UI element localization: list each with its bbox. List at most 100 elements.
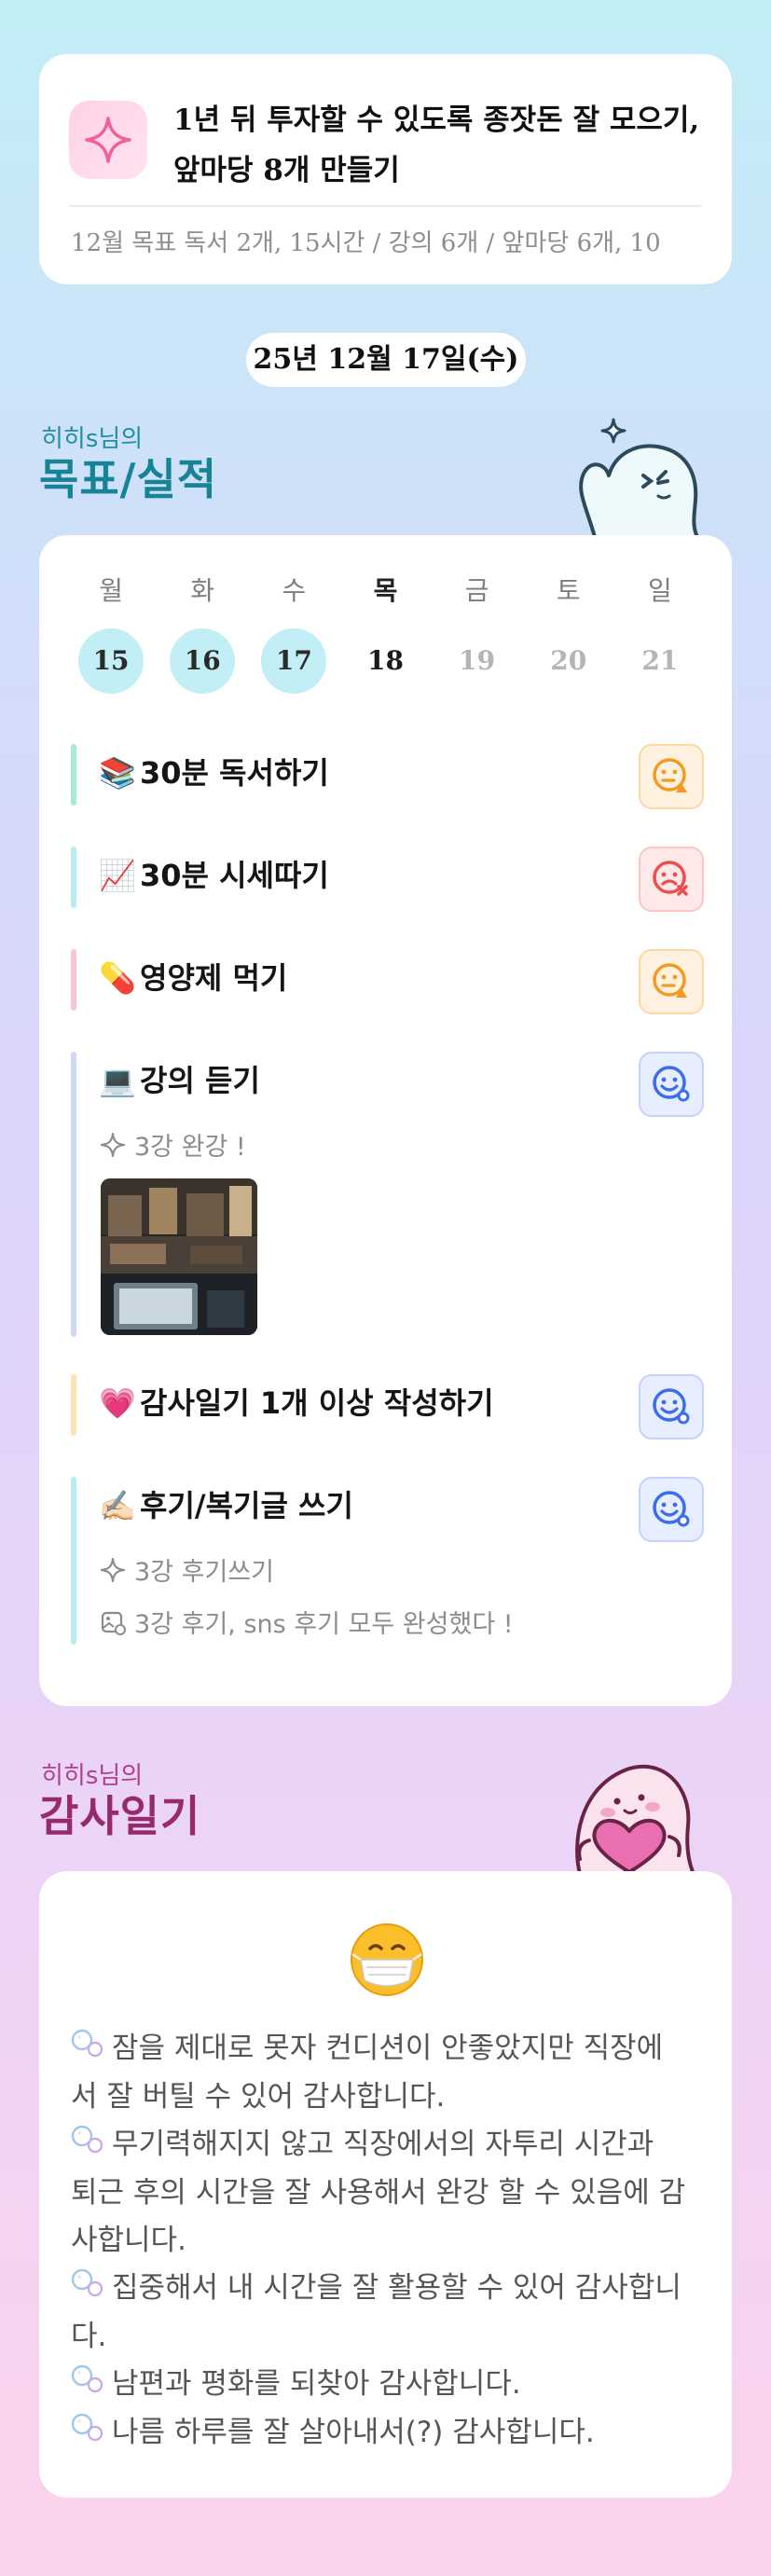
task-emoji: 💊 (99, 960, 136, 996)
day-tue[interactable]: 화 16 (157, 572, 248, 694)
mood-good-icon[interactable] (639, 1052, 704, 1117)
heart-mascot-icon (575, 1764, 695, 1874)
mood-good-icon[interactable] (639, 1374, 704, 1440)
task-emoji: 💻 (99, 1063, 136, 1098)
task-item[interactable]: 💗 감사일기 1개 이상 작성하기 (71, 1374, 704, 1440)
day-name: 수 (282, 575, 307, 606)
day-number: 19 (459, 645, 496, 676)
thanks-list: 잠을 제대로 못자 컨디션이 안좋았지만 직장에 서 잘 버틸 수 있어 감사합… (71, 2025, 700, 2458)
sparkle-icon (100, 1557, 126, 1582)
day-number: 20 (550, 645, 587, 676)
thanks-entry: 나름 하루를 잘 살아내서(?) 감사합니다. (71, 2409, 700, 2458)
mood-good-icon[interactable] (639, 1477, 704, 1542)
day-wed[interactable]: 수 17 (248, 572, 339, 694)
thanks-text: 잠을 제대로 못자 컨디션이 안좋았지만 직장에 (112, 2032, 664, 2065)
mask-face-icon (351, 1923, 423, 1996)
thanks-entry-cont: 서 잘 버틸 수 있어 감사합니다. (71, 2080, 446, 2114)
image-edit-icon (101, 1611, 126, 1635)
sparkle-icon (100, 1132, 126, 1157)
task-emoji: ✍🏻 (99, 1488, 136, 1523)
task-title: ✍🏻 후기/복기글 쓰기 (99, 1477, 353, 1535)
day-fri[interactable]: 금 19 (432, 572, 523, 694)
bubble-icon (71, 2362, 112, 2409)
day-name: 일 (648, 575, 672, 606)
task-bar (71, 1052, 76, 1337)
task-item[interactable]: ✍🏻 후기/복기글 쓰기 3강 후기쓰기 3강 후기, sns 후기 모두 완성했… (71, 1477, 704, 1645)
goal-card: 1년 뒤 투자할 수 있도록 종잣돈 잘 모으기, 앞마당 8개 만들기 12월… (39, 54, 732, 284)
bubble-icon (71, 2026, 112, 2073)
task-emoji: 💗 (99, 1385, 136, 1421)
day-thu[interactable]: 목 18 (339, 572, 431, 694)
thanks-entry-cont: 퇴근 후의 시간을 잘 사용해서 완강 할 수 있음에 감 (71, 2176, 686, 2210)
thanks-entry: 집중해서 내 시간을 잘 활용할 수 있어 감사합니 (71, 2265, 700, 2313)
goal-title-line1: 1년 뒤 투자할 수 있도록 종잣돈 잘 모으기, (173, 103, 700, 137)
thanks-card: 😷 잠을 제대로 못자 컨디션이 안좋았지만 직장에 서 잘 버틸 수 있어 감… (39, 1871, 732, 2498)
thanks-text: 무기력해지지 않고 직장에서의 자투리 시간과 (112, 2128, 654, 2161)
goals-card: 월 15 화 16 수 17 목 18 금 19 토 20 일 21 📚 30분… (39, 535, 732, 1706)
thanks-entry: 남편과 평화를 되찾아 감사합니다. (71, 2361, 700, 2409)
bubble-icon (71, 2266, 112, 2313)
task-comment: 3강 후기, sns 후기 모두 완성했다 ! (99, 1604, 514, 1640)
thanks-text: 나름 하루를 잘 살아내서(?) 감사합니다. (112, 2416, 595, 2449)
sparkle-icon (69, 101, 147, 179)
task-title: 💊 영양제 먹기 (99, 949, 287, 1007)
task-bar (71, 1374, 76, 1436)
day-name: 목 (373, 575, 398, 606)
mood-bad-icon[interactable] (639, 847, 704, 912)
lecture-photo[interactable] (101, 1178, 257, 1335)
day-name: 화 (190, 575, 215, 606)
task-note-text: 3강 완강 ! (134, 1133, 246, 1162)
day-number: 21 (641, 645, 679, 676)
goal-title: 1년 뒤 투자할 수 있도록 종잣돈 잘 모으기, 앞마당 8개 만들기 (173, 95, 705, 196)
day-name: 월 (99, 575, 123, 606)
task-label: 감사일기 1개 이상 작성하기 (140, 1385, 494, 1421)
task-bar (71, 1477, 76, 1645)
task-label: 영양제 먹기 (140, 960, 288, 996)
task-bar (71, 847, 76, 908)
task-bar (71, 949, 76, 1011)
task-note-text: 3강 후기쓰기 (134, 1558, 274, 1587)
thanks-entry-cont: 사합니다. (71, 2224, 186, 2257)
task-label: 30분 시세따기 (140, 858, 329, 893)
task-item[interactable]: 📈 30분 시세따기 (71, 847, 704, 912)
bubble-icon (71, 2122, 112, 2170)
thanks-entry: 잠을 제대로 못자 컨디션이 안좋았지만 직장에 (71, 2025, 700, 2073)
day-name: 토 (556, 575, 581, 606)
mood-neutral-icon[interactable] (639, 949, 704, 1014)
task-comment-text: 3강 후기, sns 후기 모두 완성했다 ! (134, 1610, 514, 1639)
section-title-goals: 목표/실적 (39, 454, 218, 504)
task-item[interactable]: 📚 30분 독서하기 (71, 744, 704, 809)
week-calendar: 월 15 화 16 수 17 목 18 금 19 토 20 일 21 (65, 572, 706, 694)
task-title: 📈 30분 시세따기 (99, 847, 329, 904)
ghost-mascot-icon (579, 418, 699, 537)
task-bar (71, 744, 76, 806)
day-number: 18 (367, 645, 404, 676)
task-label: 30분 독서하기 (140, 755, 329, 791)
task-emoji: 📈 (99, 858, 136, 893)
thanks-text: 집중해서 내 시간을 잘 활용할 수 있어 감사합니 (112, 2271, 682, 2305)
thanks-text: 남편과 평화를 되찾아 감사합니다. (112, 2367, 521, 2401)
task-note: 3강 완강 ! (99, 1126, 246, 1163)
task-title: 📚 30분 독서하기 (99, 744, 329, 802)
task-emoji: 📚 (99, 755, 136, 791)
goal-title-line2: 앞마당 8개 만들기 (173, 154, 400, 187)
task-item[interactable]: 💻 강의 듣기 3강 완강 ! (71, 1052, 704, 1337)
bubble-icon (71, 2410, 112, 2458)
task-label: 후기/복기글 쓰기 (140, 1488, 353, 1523)
task-label: 강의 듣기 (140, 1063, 260, 1098)
day-mon[interactable]: 월 15 (65, 572, 157, 694)
monthly-goal: 12월 목표 독서 2개, 15시간 / 강의 6개 / 앞마당 6개, 10 (71, 229, 661, 257)
day-sat[interactable]: 토 20 (523, 572, 614, 694)
day-number: 17 (261, 628, 327, 694)
date-pill[interactable]: 25년 12월 17일(수) (246, 333, 526, 387)
mood-neutral-icon[interactable] (639, 744, 704, 809)
divider (69, 205, 702, 207)
day-sun[interactable]: 일 21 (614, 572, 706, 694)
day-number: 16 (170, 628, 236, 694)
task-item[interactable]: 💊 영양제 먹기 (71, 949, 704, 1014)
task-title: 💗 감사일기 1개 이상 작성하기 (99, 1374, 494, 1432)
task-title: 💻 강의 듣기 (99, 1052, 260, 1109)
task-note: 3강 후기쓰기 (99, 1551, 274, 1588)
section-title-thanks: 감사일기 (39, 1791, 201, 1841)
thanks-entry-cont: 다. (71, 2320, 107, 2353)
